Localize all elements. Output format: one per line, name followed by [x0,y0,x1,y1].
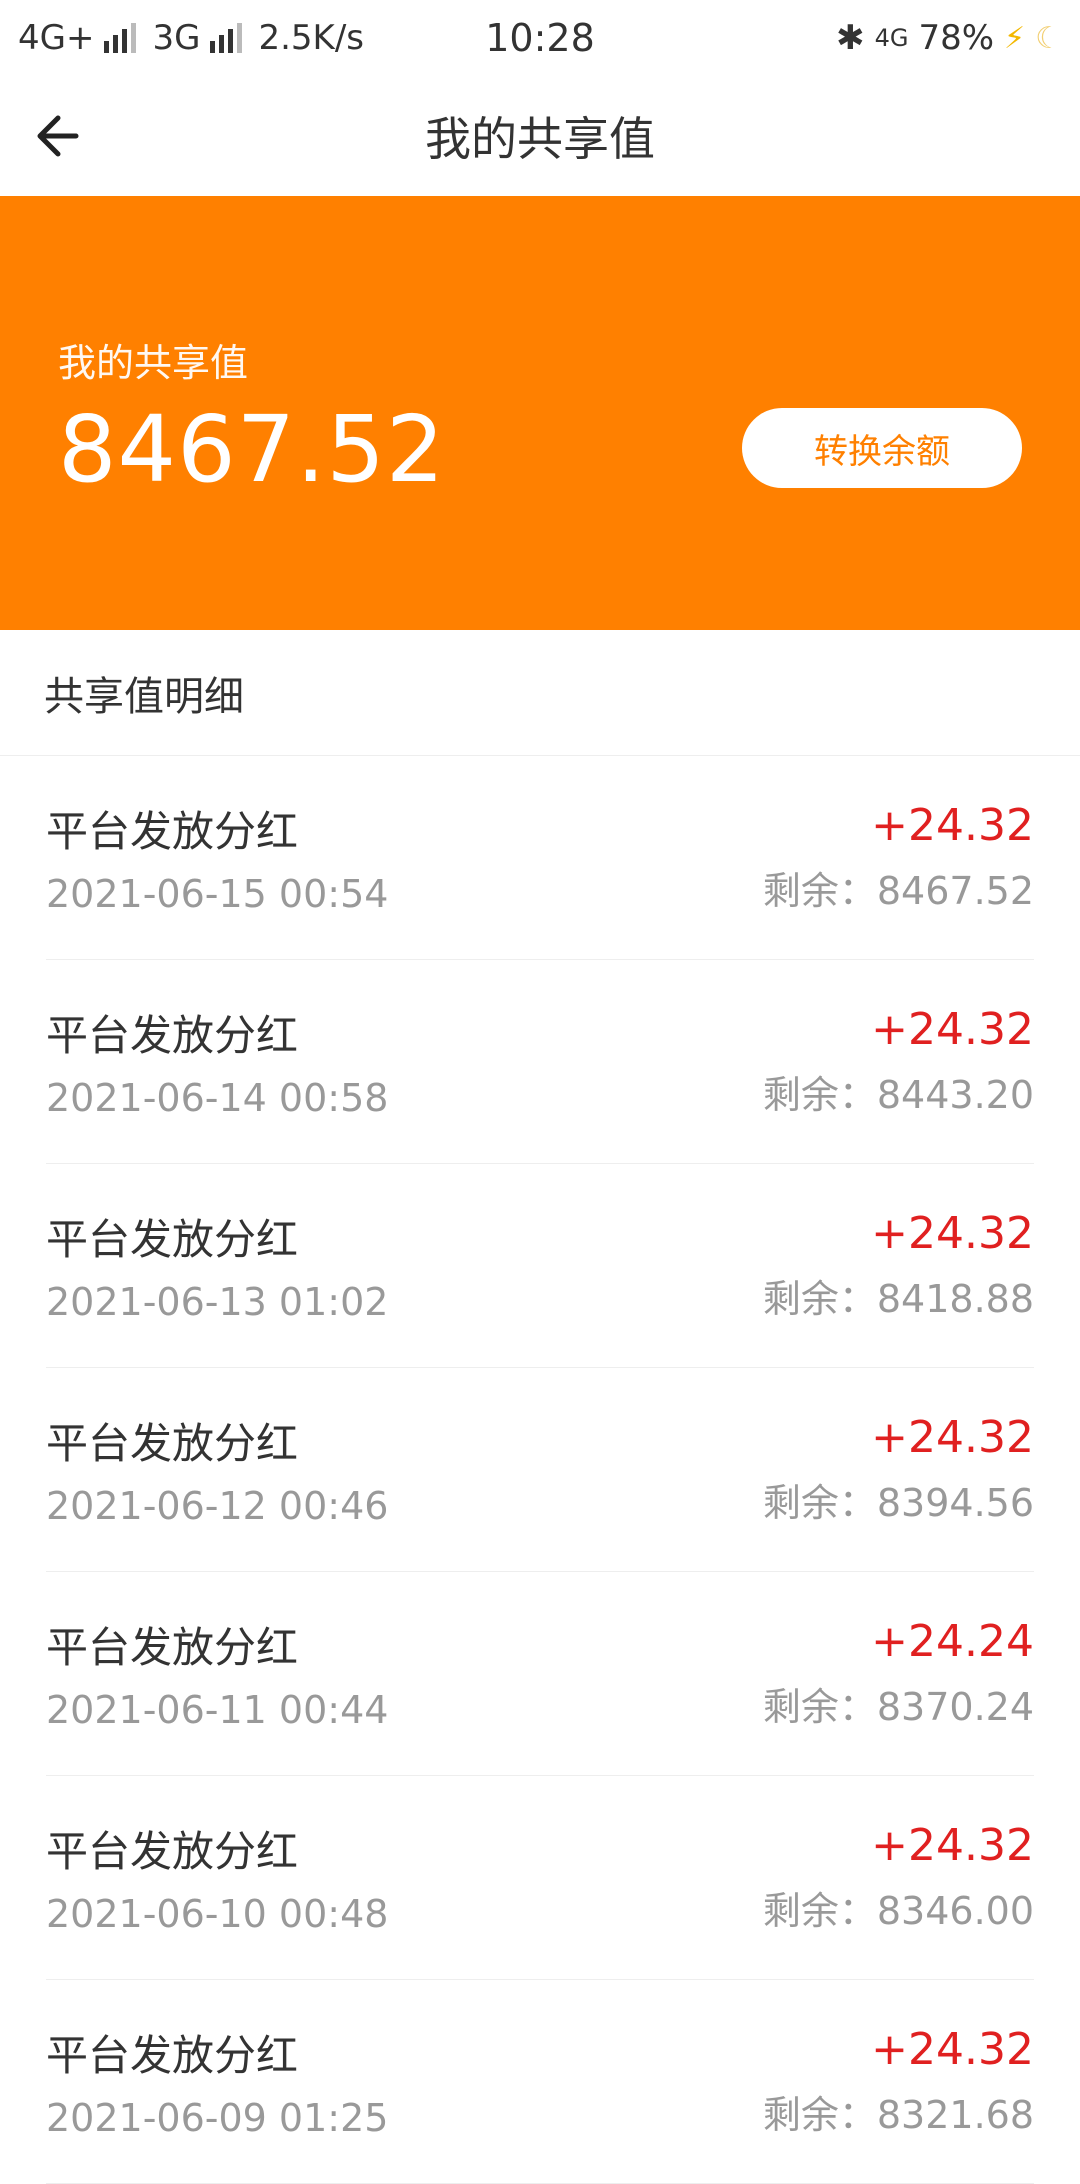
item-amount: +24.32 [871,1004,1034,1055]
item-remain: 剩余：8346.00 [762,1889,1034,1933]
status-bar: 4G+ 3G 2.5K/s 10:28 ✱ 4G 78% ⚡ ☾ [0,0,1080,76]
item-title: 平台发放分红 [46,1011,299,1060]
summary-label: 我的共享值 [58,341,249,385]
item-amount: +24.32 [871,1208,1034,1259]
item-amount: +24.24 [871,1616,1034,1667]
list-item[interactable]: 平台发放分红 2021-06-11 00:44 +24.24 剩余：8370.2… [46,1572,1034,1776]
list-item[interactable]: 平台发放分红 2021-06-09 01:25 +24.32 剩余：8321.6… [46,1980,1034,2184]
list-item[interactable]: 平台发放分红 2021-06-15 00:54 +24.32 剩余：8467.5… [46,756,1034,960]
section-title: 共享值明细 [0,630,1080,756]
item-remain: 剩余：8370.24 [762,1685,1034,1729]
back-button[interactable] [20,98,96,174]
summary-value: 8467.52 [58,396,446,503]
network-label-1: 4G+ [18,18,95,58]
item-remain: 剩余：8394.56 [762,1481,1034,1525]
detail-list: 平台发放分红 2021-06-15 00:54 +24.32 剩余：8467.5… [0,756,1080,2184]
item-remain: 剩余：8443.20 [762,1073,1034,1117]
item-date: 2021-06-09 01:25 [46,2096,389,2140]
item-remain: 剩余：8467.52 [762,869,1034,913]
item-amount: +24.32 [871,2024,1034,2075]
item-title: 平台发放分红 [46,2031,299,2080]
item-title: 平台发放分红 [46,807,299,856]
bluetooth-icon: ✱ [836,18,865,58]
list-item[interactable]: 平台发放分红 2021-06-13 01:02 +24.32 剩余：8418.8… [46,1164,1034,1368]
item-amount: +24.32 [871,800,1034,851]
network-label-2: 3G [152,18,201,58]
item-date: 2021-06-12 00:46 [46,1484,389,1528]
item-date: 2021-06-15 00:54 [46,872,389,916]
item-date: 2021-06-14 00:58 [46,1076,389,1120]
battery-label: 78% [918,18,995,58]
item-remain: 剩余：8321.68 [762,2093,1034,2137]
top-navigation: 我的共享值 [0,76,1080,196]
item-date: 2021-06-13 01:02 [46,1280,389,1324]
status-left: 4G+ 3G 2.5K/s [18,18,364,58]
signal-icon [104,23,137,53]
item-title: 平台发放分红 [46,1827,299,1876]
page-title: 我的共享值 [425,112,655,166]
share-value-summary: 我的共享值 8467.52 转换余额 [0,196,1080,630]
item-amount: +24.32 [871,1820,1034,1871]
item-amount: +24.32 [871,1412,1034,1463]
item-title: 平台发放分红 [46,1215,299,1264]
network-speed: 2.5K/s [258,18,364,58]
charging-icon: ⚡ [1004,20,1026,56]
item-title: 平台发放分红 [46,1623,299,1672]
list-item[interactable]: 平台发放分红 2021-06-10 00:48 +24.32 剩余：8346.0… [46,1776,1034,1980]
list-item[interactable]: 平台发放分红 2021-06-12 00:46 +24.32 剩余：8394.5… [46,1368,1034,1572]
signal-icon-2 [210,23,243,53]
arrow-left-icon [37,115,79,157]
item-date: 2021-06-10 00:48 [46,1892,389,1936]
item-remain: 剩余：8418.88 [762,1277,1034,1321]
list-item[interactable]: 平台发放分红 2021-06-14 00:58 +24.32 剩余：8443.2… [46,960,1034,1164]
convert-balance-button[interactable]: 转换余额 [742,408,1022,488]
status-right: ✱ 4G 78% ⚡ ☾ [836,18,1062,58]
moon-icon: ☾ [1035,20,1062,56]
item-title: 平台发放分红 [46,1419,299,1468]
item-date: 2021-06-11 00:44 [46,1688,389,1732]
data-type-label: 4G [874,24,909,52]
